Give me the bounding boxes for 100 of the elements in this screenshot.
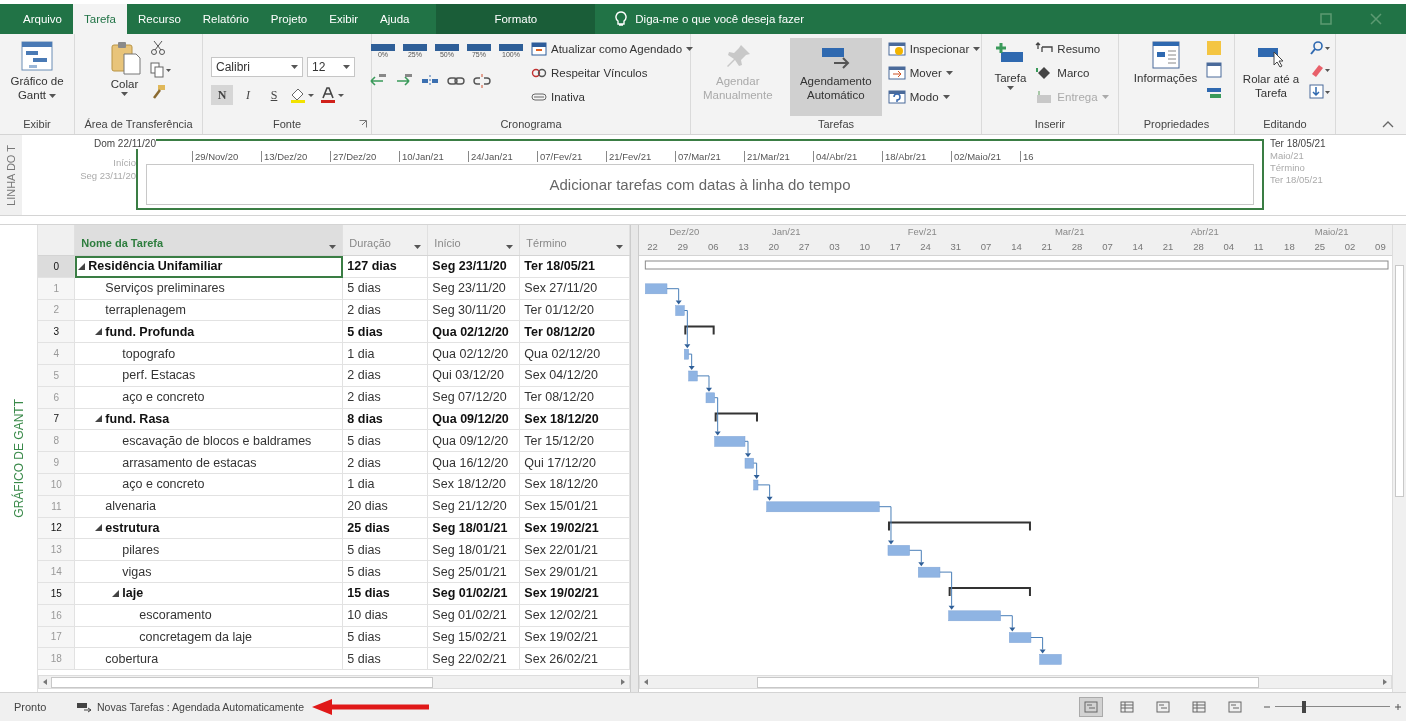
row-number[interactable]: 0 — [38, 256, 76, 278]
task-name-cell[interactable]: perf. Estacas — [75, 365, 344, 387]
summary-bracket[interactable] — [684, 325, 715, 336]
scroll-to-task-button[interactable]: Rolar até a Tarefa — [1239, 38, 1303, 103]
task-bar[interactable] — [948, 610, 1002, 622]
task-name-cell[interactable]: arrasamento de estacas — [75, 452, 344, 474]
information-button[interactable]: Informações — [1130, 38, 1201, 86]
eraser-icon[interactable] — [1309, 62, 1331, 78]
collapse-triangle-icon[interactable] — [95, 328, 103, 336]
summary-bracket[interactable] — [948, 587, 1032, 597]
view-shortcut[interactable] — [1079, 697, 1103, 717]
task-bar[interactable] — [753, 479, 759, 491]
task-name-cell[interactable]: estrutura — [75, 517, 344, 540]
task-name-cell[interactable]: concretagem da laje — [75, 626, 344, 649]
new-tasks-mode-button[interactable]: Novas Tarefas : Agendada Automaticamente — [76, 701, 305, 713]
task-name-cell[interactable]: escoramento — [75, 604, 344, 627]
ribbon-tab[interactable]: Projeto — [259, 4, 319, 34]
timeline-drop-area[interactable]: Adicionar tarefas com datas à linha do tempo — [146, 164, 1254, 205]
font-family-field[interactable]: Calibri — [211, 57, 303, 77]
vertical-scrollbar[interactable] — [1392, 225, 1406, 692]
task-bar[interactable] — [887, 545, 911, 556]
bold-button[interactable]: N — [211, 85, 233, 105]
copy-icon[interactable] — [149, 62, 172, 78]
task-bar[interactable] — [744, 457, 755, 469]
font-size-field[interactable]: 12 — [307, 57, 355, 77]
task-name-cell[interactable]: laje — [75, 582, 344, 605]
ribbon-tab[interactable]: Tarefa — [73, 4, 127, 34]
task-bar[interactable] — [688, 370, 698, 382]
task-name-cell[interactable]: fund. Rasa — [75, 408, 344, 431]
ribbon-tab[interactable]: Relatório — [191, 4, 260, 34]
task-bar[interactable] — [1009, 632, 1032, 643]
highlight-icon[interactable] — [289, 86, 315, 104]
ribbon-tab[interactable]: Ajuda — [369, 4, 421, 34]
summary-bracket[interactable] — [888, 521, 1032, 532]
project-summary-bar[interactable] — [645, 260, 1389, 270]
collapse-ribbon-icon[interactable] — [1382, 120, 1394, 128]
task-name-cell[interactable]: Residência Unifamiliar — [75, 256, 344, 278]
underline-button[interactable]: S — [263, 85, 285, 105]
task-bar[interactable] — [684, 348, 690, 360]
collapse-triangle-icon[interactable] — [78, 262, 86, 270]
row-number[interactable]: 3 — [38, 321, 76, 344]
schedule-mode-button[interactable]: Agendamento Automático — [789, 38, 882, 116]
task-bar[interactable] — [714, 436, 746, 447]
zoom-in-icon[interactable] — [1394, 703, 1402, 711]
task-command-button[interactable]: Mover — [887, 62, 981, 83]
column-header[interactable]: Nome da Tarefa — [75, 225, 344, 255]
ribbon-tab[interactable]: Arquivo — [12, 4, 73, 34]
collapse-triangle-icon[interactable] — [95, 415, 103, 423]
horizontal-scrollbar[interactable] — [639, 675, 1393, 689]
task-name-cell[interactable]: aço e concreto — [75, 386, 344, 409]
zoom-slider[interactable] — [1275, 701, 1390, 713]
task-name-cell[interactable]: aço e concreto — [75, 473, 344, 496]
task-name-cell[interactable]: pilares — [75, 539, 344, 562]
task-name-cell[interactable]: topografo — [75, 343, 344, 365]
calendar-icon[interactable] — [1206, 62, 1223, 78]
tell-me-field[interactable]: Diga-me o que você deseja fazer — [633, 12, 868, 26]
close-icon[interactable] — [1370, 13, 1382, 25]
search-icon[interactable] — [1309, 40, 1331, 56]
ribbon-tab[interactable]: Exibir — [318, 4, 370, 34]
inactivate-button[interactable]: Inativa — [530, 86, 694, 107]
task-bar[interactable] — [918, 566, 941, 578]
task-name-cell[interactable]: fund. Profunda — [75, 321, 344, 344]
task-bar[interactable] — [645, 283, 668, 295]
collapse-triangle-icon[interactable] — [95, 524, 103, 532]
task-name-cell[interactable]: Serviços preliminares — [75, 277, 344, 300]
dialog-launcher-icon[interactable] — [359, 120, 367, 128]
ribbon-tab[interactable]: Formato — [436, 4, 596, 34]
task-command-button[interactable]: Modo — [887, 86, 981, 107]
italic-button[interactable]: I — [237, 85, 259, 105]
respect-links-button[interactable]: Respeitar Vínculos — [530, 62, 694, 83]
update-as-scheduled-button[interactable]: Atualizar como Agendado — [530, 38, 694, 59]
insert-command-button[interactable]: Marco — [1035, 62, 1109, 83]
task-name-cell[interactable]: cobertura — [75, 648, 344, 671]
scissors-icon[interactable] — [149, 40, 166, 56]
task-name-cell[interactable]: alvenaria — [75, 495, 344, 518]
insert-task-button[interactable]: Tarefa — [991, 38, 1030, 92]
zoom-thumb[interactable] — [1301, 701, 1306, 713]
fill-down-icon[interactable] — [1309, 84, 1331, 100]
horizontal-scrollbar[interactable] — [38, 675, 631, 689]
paste-button[interactable]: Colar — [105, 38, 144, 98]
task-bar[interactable] — [705, 392, 716, 404]
zoom-out-icon[interactable] — [1263, 703, 1271, 711]
row-number[interactable]: 7 — [38, 408, 76, 431]
task-name-cell[interactable]: escavação de blocos e baldrames — [75, 430, 344, 453]
week-label: 18 — [1283, 241, 1296, 252]
task-name-cell[interactable]: vigas — [75, 561, 344, 583]
row-number[interactable]: 12 — [38, 517, 76, 540]
insert-command-button[interactable]: Resumo — [1035, 38, 1109, 59]
collapse-triangle-icon[interactable] — [112, 589, 120, 597]
ribbon-tab[interactable]: Recurso — [126, 4, 192, 34]
row-number[interactable]: 15 — [38, 582, 76, 605]
gantt-chart-button[interactable]: Gráfico de Gantt — [3, 38, 71, 105]
restore-icon[interactable] — [1320, 13, 1332, 25]
font-color-icon[interactable] — [319, 86, 345, 104]
summary-bracket[interactable] — [714, 412, 759, 423]
task-bar[interactable] — [766, 501, 880, 513]
pane-splitter[interactable] — [630, 225, 640, 692]
task-command-button[interactable]: Inspecionar — [887, 38, 981, 59]
task-name-cell[interactable]: terraplenagem — [75, 299, 344, 322]
unlink-icon[interactable] — [472, 73, 491, 89]
